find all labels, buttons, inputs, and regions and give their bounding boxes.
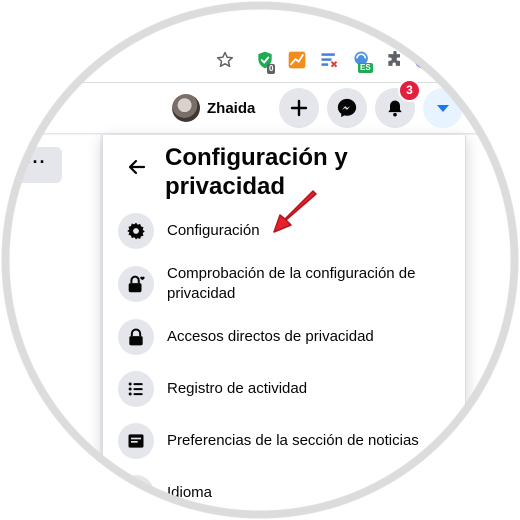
lock-heart-icon [118, 266, 154, 302]
profile-extension-icon[interactable] [413, 50, 433, 70]
profile-name: Zhaida [207, 99, 256, 117]
right-column [465, 135, 520, 520]
gear-icon [118, 213, 154, 249]
pointer-arrow-icon [273, 190, 317, 233]
caret-down-icon [437, 105, 449, 112]
account-menu-button[interactable] [423, 88, 463, 128]
puzzle-extensions-icon[interactable] [385, 50, 405, 70]
star-icon[interactable] [215, 50, 235, 70]
menu-item-label: Accesos directos de privacidad [167, 328, 374, 345]
back-arrow-icon [128, 159, 146, 175]
browser-extensions-bar: 0 ES [0, 0, 520, 83]
menu-item-privacy-checkup[interactable]: Comprobación de la configuración de priv… [118, 264, 458, 304]
menu-item-label: Comprobación de la configuración de priv… [167, 265, 416, 302]
left-column [0, 135, 100, 520]
avatar [172, 94, 200, 122]
more-options-button[interactable]: ··· [10, 147, 62, 183]
menu-item-label: Preferencias de la sección de noticias [167, 432, 419, 449]
menu-item-label: Idioma [167, 484, 213, 501]
bell-icon [388, 100, 402, 117]
lock-icon [118, 319, 154, 355]
globe-icon [118, 475, 154, 511]
plus-icon [290, 99, 308, 117]
create-button[interactable] [279, 88, 319, 128]
back-button[interactable] [120, 150, 154, 184]
menu-item-language[interactable]: Idioma [118, 475, 458, 511]
feed-icon [118, 423, 154, 459]
list-icon [118, 371, 154, 407]
shield-extension-badge: 0 [267, 64, 276, 74]
translate-extension-badge: ES [358, 63, 373, 73]
filter-extension-icon[interactable] [319, 50, 339, 70]
profile-chip[interactable]: Zhaida [172, 91, 255, 125]
menu-item-privacy-shortcuts[interactable]: Accesos directos de privacidad [118, 319, 458, 355]
notifications-count-badge: 3 [398, 79, 421, 102]
messenger-button[interactable] [327, 88, 367, 128]
messenger-icon [337, 98, 357, 118]
menu-item-news-feed-preferences[interactable]: Preferencias de la sección de noticias [118, 423, 458, 459]
chart-extension-icon[interactable] [287, 50, 307, 70]
menu-item-label: Registro de actividad [167, 380, 308, 397]
menu-item-activity-log[interactable]: Registro de actividad [118, 371, 458, 407]
